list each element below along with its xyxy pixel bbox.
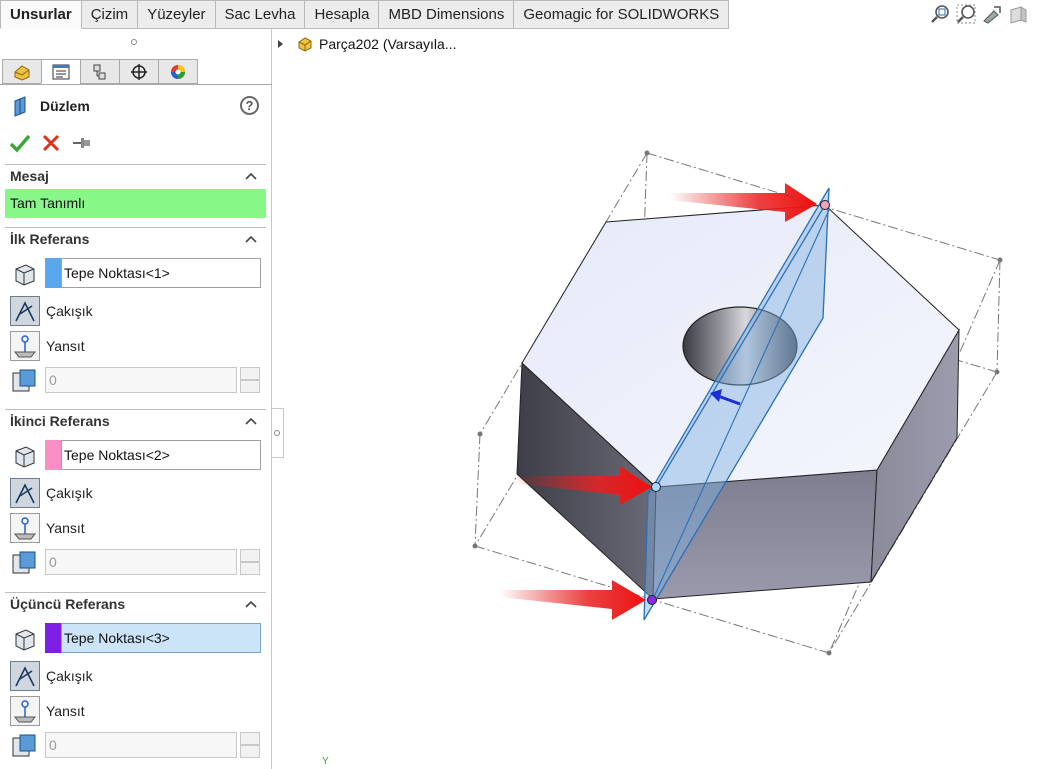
property-manager-title: Düzlem [10, 95, 90, 117]
title-text: Düzlem [40, 98, 90, 114]
chevron-up-icon[interactable] [244, 597, 258, 611]
zoom-fit-icon[interactable] [930, 4, 950, 24]
part-name-label: Parça202 (Varsayıla... [319, 36, 457, 52]
vertex-selection-icon [15, 629, 35, 651]
vertex-selection-icon [15, 264, 35, 286]
tab-sac-levha[interactable]: Sac Levha [215, 0, 306, 29]
first-reference-header[interactable]: İlk Referans [5, 227, 266, 251]
panel-grip[interactable] [131, 39, 137, 45]
tab-mbd-dimensions[interactable]: MBD Dimensions [379, 0, 515, 29]
third-reference-color [45, 623, 61, 653]
property-manager-panel: Düzlem ? Mesaj Tam Tanımlı İlk Referans … [0, 29, 272, 769]
first-count-input[interactable]: 0 [45, 367, 237, 393]
second-reference-color [45, 440, 61, 470]
vertex-2-marker[interactable] [651, 482, 661, 492]
display-manager-tab[interactable] [158, 59, 198, 84]
configuration-manager-icon [93, 64, 106, 79]
vertex-selection-icon [15, 446, 35, 468]
flip-icon[interactable] [10, 696, 40, 726]
part-icon [298, 37, 312, 52]
third-reference-label: Üçüncü Referans [10, 596, 126, 612]
dimxpert-manager-tab[interactable] [119, 59, 159, 84]
tab-unsurlar[interactable]: Unsurlar [0, 0, 82, 29]
tab-cizim[interactable]: Çizim [81, 0, 139, 29]
previous-view-icon[interactable] [982, 4, 1002, 24]
feature-tree-flyout[interactable]: Parça202 (Varsayıla... [278, 36, 456, 52]
solidworks-window: Unsurlar Çizim Yüzeyler Sac Levha Hesapl… [0, 0, 1062, 769]
property-manager-tab[interactable] [41, 59, 81, 84]
tabs-separator [0, 84, 272, 85]
flip-icon[interactable] [10, 331, 40, 361]
display-manager-icon [171, 64, 185, 79]
chevron-up-icon[interactable] [244, 414, 258, 428]
plane-count-icon [12, 551, 36, 574]
message-group-header[interactable]: Mesaj [5, 164, 266, 188]
feature-manager-tab[interactable] [2, 59, 42, 84]
dimxpert-icon [131, 63, 147, 80]
vertex-1-marker[interactable] [820, 200, 830, 210]
second-reference-field[interactable]: Tepe Noktası<2> [61, 440, 261, 470]
coincident-icon[interactable] [10, 478, 40, 508]
second-coincident-label: Çakışık [46, 485, 93, 501]
coincident-icon[interactable] [10, 296, 40, 326]
third-count-spinner[interactable] [240, 732, 260, 758]
first-reference-label: İlk Referans [10, 231, 90, 247]
expand-caret-icon[interactable] [278, 40, 283, 48]
second-flip-label: Yansıt [46, 520, 85, 536]
plane-count-icon [12, 734, 36, 757]
second-reference-header[interactable]: İkinci Referans [5, 409, 266, 433]
spin-up-icon[interactable] [240, 549, 260, 562]
spin-up-icon[interactable] [240, 367, 260, 380]
coincident-icon[interactable] [10, 661, 40, 691]
tab-hesapla[interactable]: Hesapla [305, 0, 380, 29]
red-arrow-vertex-3-icon [500, 580, 646, 620]
message-header-label: Mesaj [10, 168, 49, 184]
spin-up-icon[interactable] [240, 732, 260, 745]
third-reference-field[interactable]: Tepe Noktası<3> [61, 623, 261, 653]
spin-down-icon[interactable] [240, 562, 260, 575]
pin-icon[interactable] [71, 133, 93, 153]
vertex-3-marker[interactable] [647, 595, 657, 605]
triad-y-axis-label: Y [322, 756, 329, 767]
spin-down-icon[interactable] [240, 380, 260, 393]
pm-actions [9, 133, 93, 153]
command-manager-tabs: Unsurlar Çizim Yüzeyler Sac Levha Hesapl… [0, 0, 730, 29]
third-reference-header[interactable]: Üçüncü Referans [5, 592, 266, 616]
ok-check-icon[interactable] [9, 133, 31, 153]
property-manager-icon [52, 64, 70, 79]
chevron-up-icon[interactable] [244, 232, 258, 246]
third-flip-label: Yansıt [46, 703, 85, 719]
help-button[interactable]: ? [240, 96, 259, 115]
flip-icon[interactable] [10, 513, 40, 543]
first-flip-label: Yansıt [46, 338, 85, 354]
manager-tabs [2, 59, 198, 84]
second-count-input[interactable]: 0 [45, 549, 237, 575]
third-count-input[interactable]: 0 [45, 732, 237, 758]
second-reference-label: İkinci Referans [10, 413, 110, 429]
zoom-area-icon[interactable] [956, 4, 976, 24]
plane-icon [14, 96, 26, 117]
tab-yuzeyler[interactable]: Yüzeyler [138, 0, 216, 29]
first-reference-color [45, 258, 61, 288]
feature-manager-icon [14, 64, 30, 81]
section-view-icon[interactable] [1008, 4, 1028, 24]
first-count-spinner[interactable] [240, 367, 260, 393]
message-box: Tam Tanımlı [5, 189, 266, 218]
heads-up-view-toolbar [930, 4, 1028, 24]
graphics-viewport[interactable] [273, 29, 1062, 769]
third-coincident-label: Çakışık [46, 668, 93, 684]
first-coincident-label: Çakışık [46, 303, 93, 319]
second-count-spinner[interactable] [240, 549, 260, 575]
spin-down-icon[interactable] [240, 745, 260, 758]
chevron-up-icon[interactable] [244, 169, 258, 183]
plane-count-icon [12, 369, 36, 392]
configuration-manager-tab[interactable] [80, 59, 120, 84]
cancel-x-icon[interactable] [41, 133, 61, 153]
first-reference-field[interactable]: Tepe Noktası<1> [61, 258, 261, 288]
tab-geomagic[interactable]: Geomagic for SOLIDWORKS [514, 0, 730, 29]
